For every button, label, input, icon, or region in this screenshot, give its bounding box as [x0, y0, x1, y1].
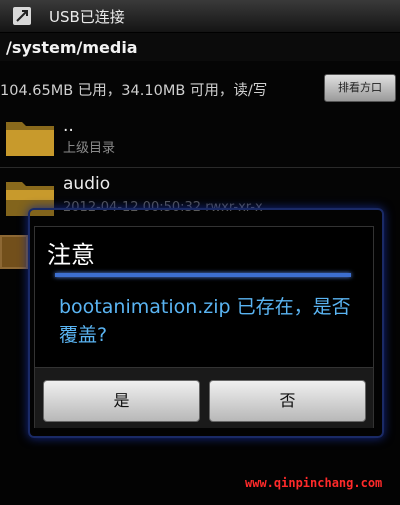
- yes-button[interactable]: 是: [43, 380, 200, 422]
- file-name: audio: [63, 174, 111, 194]
- divider: [0, 167, 400, 168]
- no-button[interactable]: 否: [209, 380, 366, 422]
- folder-icon: [4, 114, 56, 158]
- status-text: USB已连接: [49, 8, 125, 26]
- dialog-button-bar: 是 否: [35, 367, 373, 428]
- watermark: www.qinpinchang.com: [245, 476, 383, 490]
- list-item-parent[interactable]: .. 上级目录: [0, 110, 400, 166]
- sort-button[interactable]: 排看方口: [324, 74, 396, 102]
- dialog-title: 注意: [47, 241, 95, 269]
- file-subtitle: 上级目录: [63, 141, 116, 156]
- path-bar: /system/media: [0, 33, 400, 61]
- usb-icon: [13, 7, 31, 25]
- overwrite-dialog: 注意 bootanimation.zip 已存在，是否覆盖? 是 否: [34, 226, 374, 428]
- current-path: /system/media: [6, 38, 138, 57]
- file-name: ..: [63, 116, 74, 136]
- dialog-title-divider: [55, 273, 351, 277]
- dialog-message: bootanimation.zip 已存在，是否覆盖?: [59, 296, 351, 346]
- storage-summary: 104.65MB 已用，34.10MB 可用，读/写: [0, 83, 268, 99]
- status-bar: USB已连接: [0, 0, 400, 33]
